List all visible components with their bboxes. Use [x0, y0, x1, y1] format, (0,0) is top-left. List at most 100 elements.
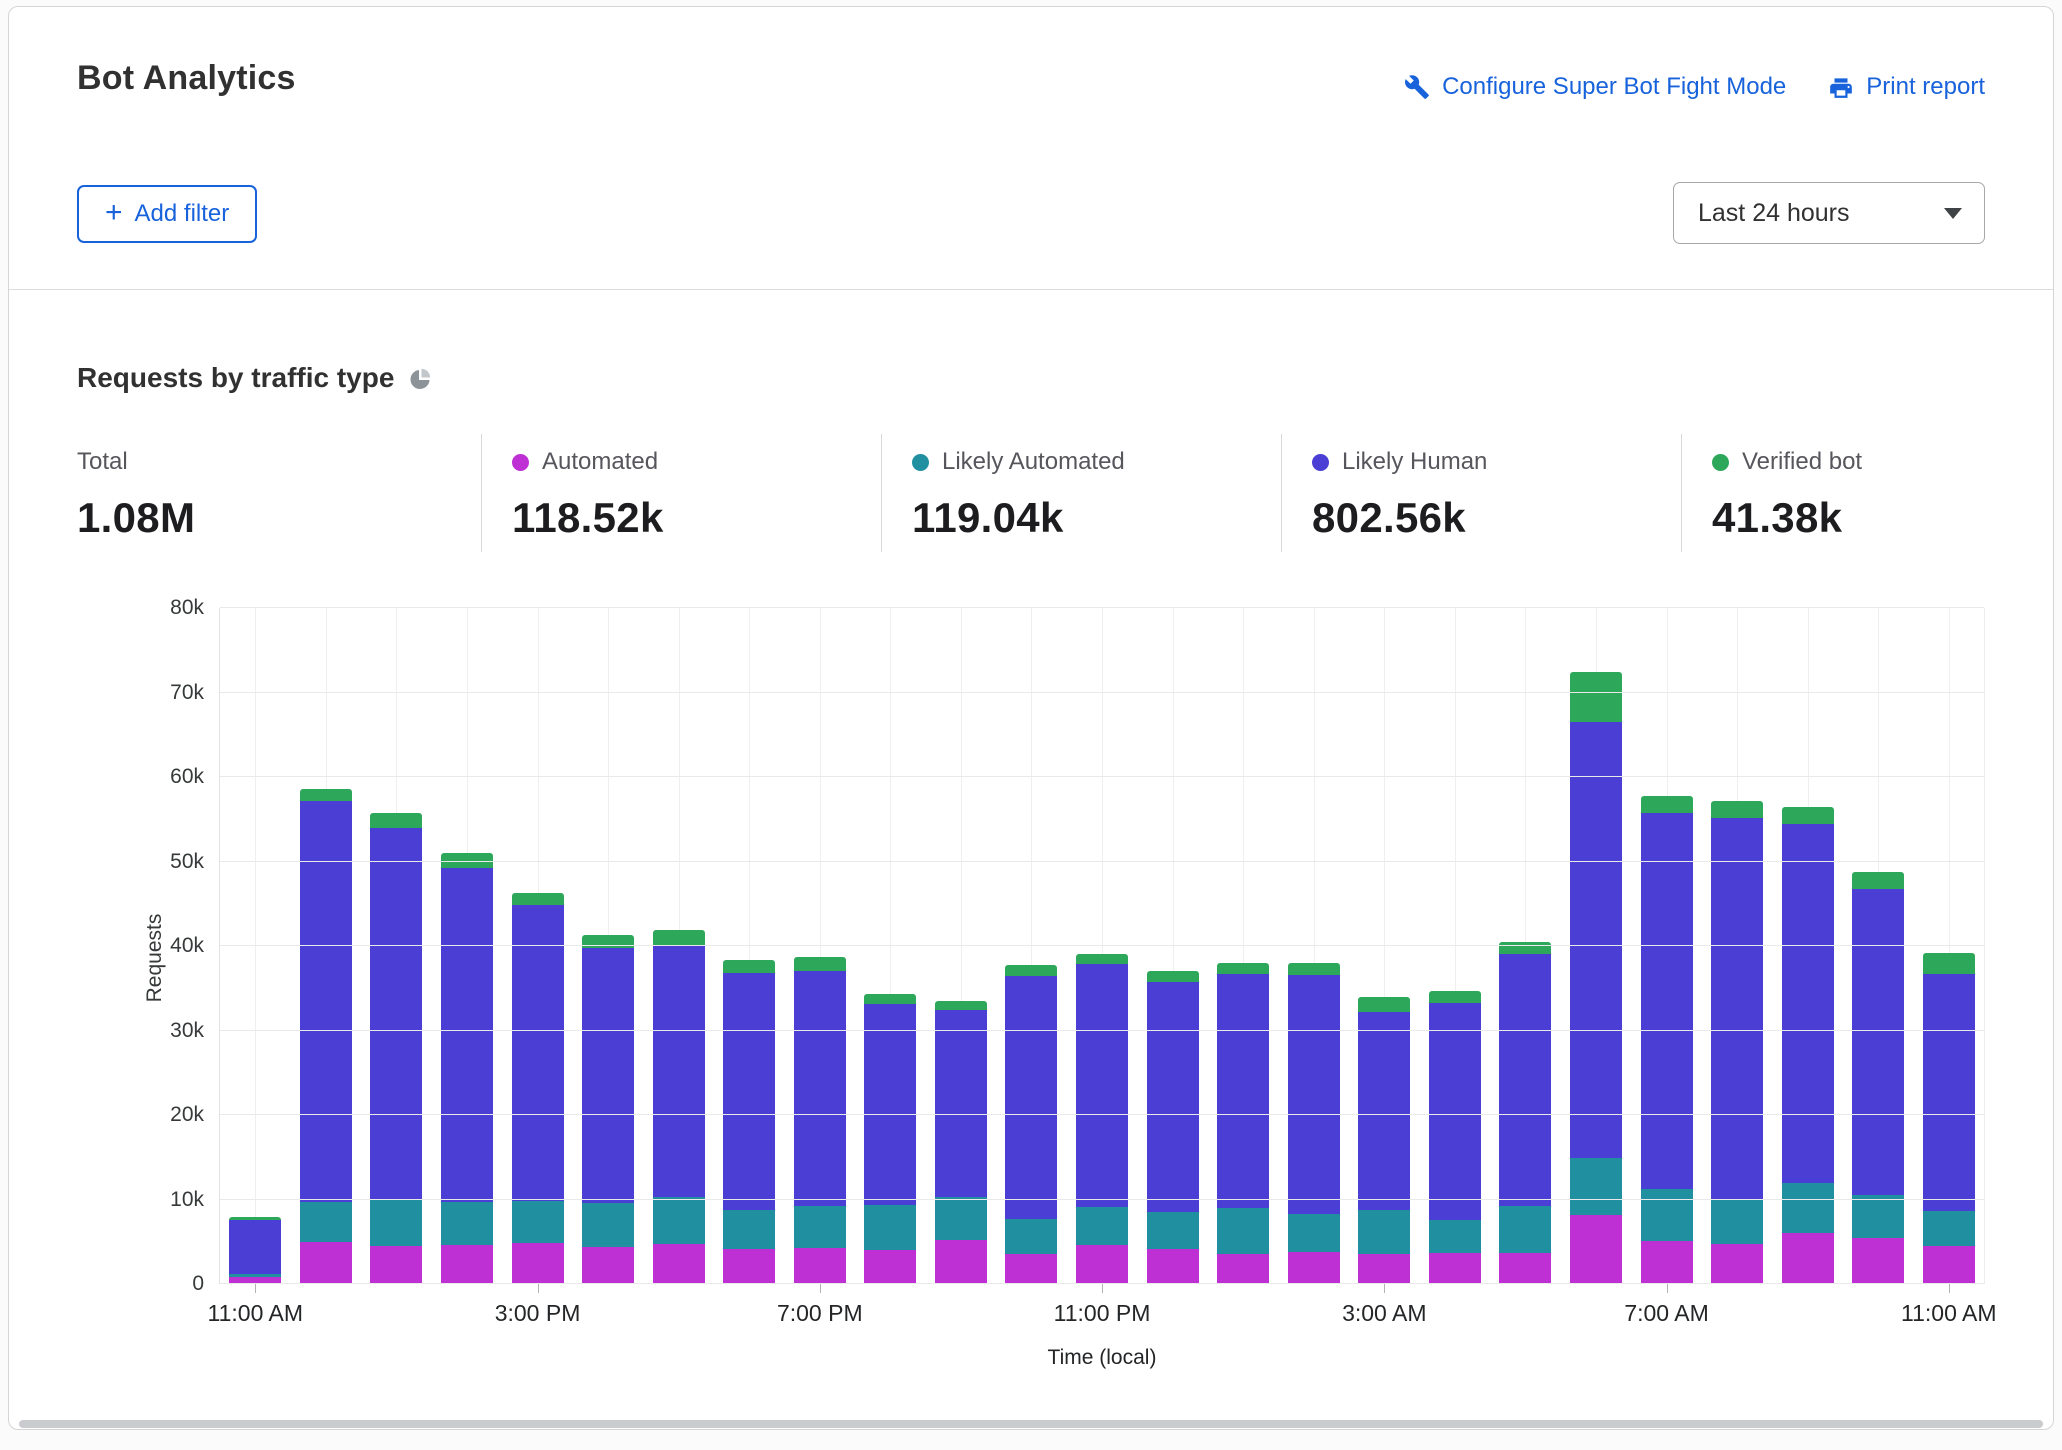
- stacked-bar[interactable]: [1852, 608, 1904, 1284]
- time-range-select[interactable]: Last 24 hours: [1673, 182, 1985, 244]
- stacked-bar[interactable]: [1358, 608, 1410, 1284]
- stacked-bar[interactable]: [935, 608, 987, 1284]
- configure-super-bot-fight-mode-link[interactable]: Configure Super Bot Fight Mode: [1404, 73, 1786, 101]
- bar-segment-likely-human[interactable]: [1923, 974, 1975, 1211]
- bar-segment-automated[interactable]: [1641, 1241, 1693, 1284]
- bar-segment-likely-human[interactable]: [935, 1010, 987, 1197]
- stacked-bar[interactable]: [512, 608, 564, 1284]
- bar-segment-verified-bot[interactable]: [512, 893, 564, 905]
- bar-segment-likely-automated[interactable]: [1429, 1220, 1481, 1253]
- bar-segment-likely-human[interactable]: [1288, 975, 1340, 1214]
- horizontal-scrollbar[interactable]: [19, 1420, 2043, 1428]
- bar-segment-likely-automated[interactable]: [1641, 1189, 1693, 1241]
- bar-segment-likely-automated[interactable]: [1852, 1195, 1904, 1237]
- stacked-bar[interactable]: [864, 608, 916, 1284]
- bar-segment-likely-automated[interactable]: [935, 1197, 987, 1240]
- bar-segment-verified-bot[interactable]: [794, 957, 846, 971]
- bar-segment-likely-human[interactable]: [512, 905, 564, 1202]
- bar-segment-automated[interactable]: [1711, 1244, 1763, 1284]
- bar-segment-likely-human[interactable]: [864, 1004, 916, 1205]
- bar-segment-verified-bot[interactable]: [1147, 971, 1199, 982]
- bar-segment-likely-automated[interactable]: [512, 1201, 564, 1242]
- bar-segment-likely-automated[interactable]: [1217, 1208, 1269, 1254]
- bar-segment-likely-human[interactable]: [1358, 1012, 1410, 1210]
- bar-segment-verified-bot[interactable]: [935, 1001, 987, 1010]
- bar-segment-likely-human[interactable]: [1429, 1003, 1481, 1220]
- bar-segment-likely-automated[interactable]: [300, 1202, 352, 1242]
- bar-segment-likely-human[interactable]: [229, 1220, 281, 1274]
- stacked-bar[interactable]: [370, 608, 422, 1284]
- bar-segment-automated[interactable]: [1076, 1245, 1128, 1284]
- bar-segment-automated[interactable]: [1147, 1249, 1199, 1284]
- bar-segment-likely-human[interactable]: [653, 945, 705, 1197]
- bar-segment-automated[interactable]: [864, 1250, 916, 1284]
- bar-segment-automated[interactable]: [935, 1240, 987, 1284]
- bar-segment-verified-bot[interactable]: [1641, 796, 1693, 814]
- bar-segment-likely-human[interactable]: [1076, 964, 1128, 1207]
- bar-segment-verified-bot[interactable]: [1923, 953, 1975, 974]
- bar-segment-automated[interactable]: [441, 1245, 493, 1284]
- stat-automated[interactable]: Automated 118.52k: [481, 434, 881, 552]
- bar-segment-likely-automated[interactable]: [1005, 1219, 1057, 1254]
- bar-segment-verified-bot[interactable]: [1429, 991, 1481, 1003]
- bar-segment-automated[interactable]: [1499, 1253, 1551, 1284]
- bar-segment-likely-human[interactable]: [1217, 974, 1269, 1208]
- bar-segment-likely-human[interactable]: [441, 868, 493, 1202]
- bar-segment-automated[interactable]: [300, 1242, 352, 1284]
- bar-segment-likely-human[interactable]: [723, 973, 775, 1210]
- bar-segment-verified-bot[interactable]: [300, 789, 352, 801]
- bar-segment-automated[interactable]: [1429, 1253, 1481, 1284]
- bar-segment-likely-human[interactable]: [794, 971, 846, 1206]
- stat-total[interactable]: Total 1.08M: [77, 434, 481, 552]
- bar-segment-verified-bot[interactable]: [1076, 954, 1128, 964]
- print-report-link[interactable]: Print report: [1828, 73, 1985, 101]
- stat-verified-bot[interactable]: Verified bot 41.38k: [1681, 434, 1985, 552]
- stacked-bar[interactable]: [794, 608, 846, 1284]
- bar-segment-automated[interactable]: [370, 1246, 422, 1284]
- bar-segment-likely-automated[interactable]: [1076, 1207, 1128, 1245]
- stat-likely-human[interactable]: Likely Human 802.56k: [1281, 434, 1681, 552]
- stacked-bar[interactable]: [1429, 608, 1481, 1284]
- bar-segment-verified-bot[interactable]: [1358, 997, 1410, 1012]
- bar-segment-likely-human[interactable]: [370, 828, 422, 1200]
- stacked-bar[interactable]: [1782, 608, 1834, 1284]
- bar-segment-automated[interactable]: [582, 1247, 634, 1284]
- stacked-bar[interactable]: [653, 608, 705, 1284]
- bar-segment-likely-human[interactable]: [1570, 722, 1622, 1158]
- bar-segment-verified-bot[interactable]: [1570, 672, 1622, 722]
- stacked-bar[interactable]: [1005, 608, 1057, 1284]
- stacked-bar[interactable]: [1923, 608, 1975, 1284]
- bar-segment-likely-automated[interactable]: [582, 1203, 634, 1247]
- bar-segment-likely-automated[interactable]: [723, 1210, 775, 1250]
- bar-segment-likely-automated[interactable]: [1923, 1211, 1975, 1246]
- stacked-bar[interactable]: [723, 608, 775, 1284]
- bar-segment-verified-bot[interactable]: [864, 994, 916, 1004]
- bar-segment-likely-human[interactable]: [1641, 813, 1693, 1189]
- bar-segment-verified-bot[interactable]: [653, 930, 705, 945]
- bar-segment-automated[interactable]: [1782, 1233, 1834, 1284]
- bar-segment-likely-automated[interactable]: [1358, 1210, 1410, 1255]
- bar-segment-verified-bot[interactable]: [1782, 807, 1834, 824]
- bar-segment-likely-automated[interactable]: [1570, 1158, 1622, 1215]
- bar-segment-likely-human[interactable]: [1005, 976, 1057, 1219]
- bar-segment-verified-bot[interactable]: [1288, 963, 1340, 975]
- bar-segment-verified-bot[interactable]: [370, 813, 422, 827]
- stacked-bar[interactable]: [229, 608, 281, 1284]
- bar-segment-verified-bot[interactable]: [1217, 963, 1269, 974]
- bar-segment-automated[interactable]: [653, 1244, 705, 1284]
- bar-segment-likely-automated[interactable]: [864, 1205, 916, 1250]
- stacked-bar[interactable]: [1570, 608, 1622, 1284]
- bar-segment-likely-human[interactable]: [1852, 889, 1904, 1196]
- bar-segment-verified-bot[interactable]: [1499, 942, 1551, 954]
- bar-segment-likely-human[interactable]: [1147, 982, 1199, 1213]
- bar-segment-automated[interactable]: [1358, 1254, 1410, 1284]
- stacked-bar[interactable]: [1499, 608, 1551, 1284]
- add-filter-button[interactable]: + Add filter: [77, 185, 257, 243]
- bar-segment-likely-automated[interactable]: [1499, 1206, 1551, 1252]
- bar-segment-likely-automated[interactable]: [441, 1202, 493, 1245]
- stat-likely-automated[interactable]: Likely Automated 119.04k: [881, 434, 1281, 552]
- bar-segment-automated[interactable]: [723, 1249, 775, 1284]
- bar-segment-likely-human[interactable]: [582, 948, 634, 1203]
- bar-segment-automated[interactable]: [1852, 1238, 1904, 1284]
- bar-segment-likely-human[interactable]: [1711, 818, 1763, 1199]
